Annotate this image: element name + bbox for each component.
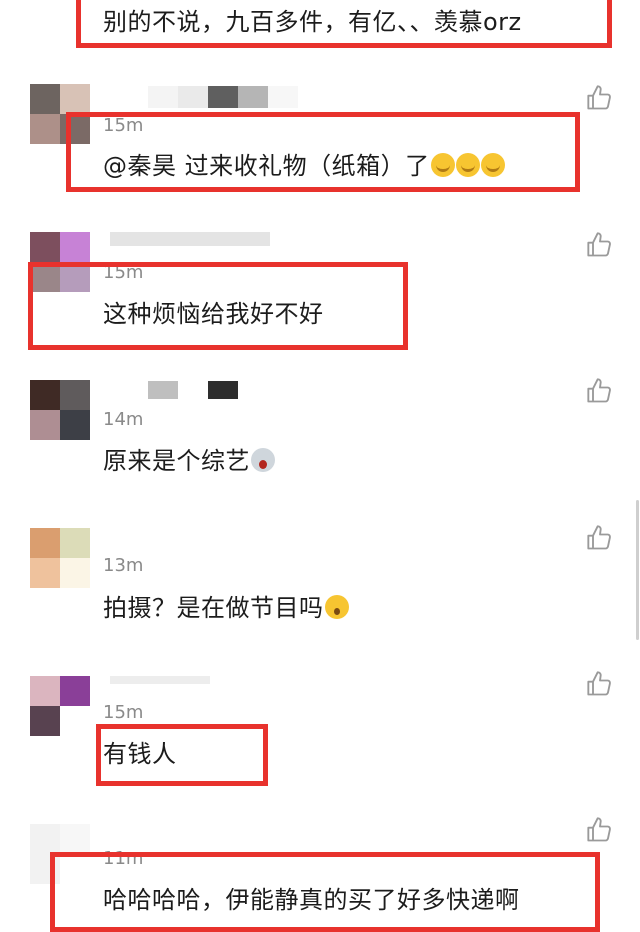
avatar[interactable]	[30, 380, 90, 440]
scrollbar[interactable]	[636, 500, 639, 640]
thumbs-up-icon[interactable]	[586, 84, 614, 112]
username-mosaic[interactable]	[148, 381, 238, 399]
highlight-box	[96, 724, 268, 786]
thumbs-up-icon[interactable]	[586, 524, 614, 552]
highlight-box	[50, 852, 600, 932]
username-mosaic[interactable]	[110, 676, 210, 684]
comment-time: 13m	[103, 555, 144, 576]
thumbs-up-icon[interactable]	[586, 670, 614, 698]
avatar[interactable]	[30, 528, 90, 588]
comment-time: 14m	[103, 409, 144, 430]
screaming-emoji-icon	[251, 448, 275, 472]
highlight-box	[76, 0, 612, 48]
thumbs-up-icon[interactable]	[586, 377, 614, 405]
comment-text: 拍摄？是在做节目吗	[103, 588, 349, 623]
comment-text-content: 原来是个综艺	[103, 447, 250, 475]
comment-time: 15m	[103, 702, 144, 723]
username-mosaic[interactable]	[148, 86, 298, 108]
thumbs-up-icon[interactable]	[586, 231, 614, 259]
comment-text: 原来是个综艺	[103, 441, 275, 476]
astonished-emoji-icon	[324, 595, 349, 619]
highlight-box	[66, 112, 580, 192]
highlight-box	[28, 262, 408, 350]
thumbs-up-icon[interactable]	[586, 816, 614, 844]
avatar[interactable]	[30, 676, 90, 736]
comment-text-content: 拍摄？是在做节目吗	[103, 594, 324, 622]
username-mosaic[interactable]	[110, 232, 270, 246]
